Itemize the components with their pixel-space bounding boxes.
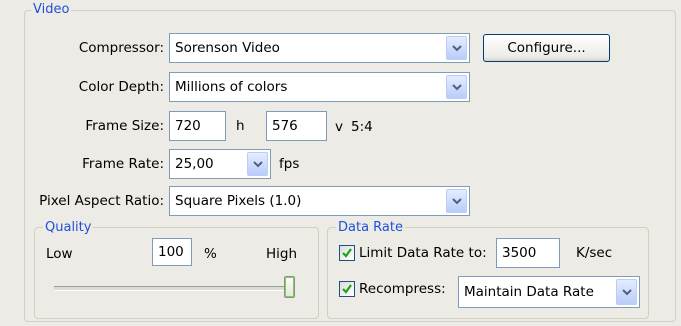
- frame-h-label: h: [236, 118, 245, 134]
- pixel-aspect-select[interactable]: Square Pixels (1.0): [169, 186, 470, 216]
- pixel-aspect-label: Pixel Aspect Ratio:: [39, 193, 164, 209]
- chevron-down-icon: [452, 45, 462, 52]
- pixel-aspect-value: Square Pixels (1.0): [175, 193, 302, 209]
- data-rate-input[interactable]: 3500: [496, 238, 560, 268]
- frame-height-input[interactable]: 576: [266, 111, 327, 141]
- frame-rate-label: Frame Rate:: [82, 156, 164, 172]
- color-depth-dropdown-button[interactable]: [446, 75, 467, 99]
- chevron-down-icon: [622, 289, 632, 296]
- recompress-value: Maintain Data Rate: [464, 284, 594, 300]
- color-depth-select[interactable]: Millions of colors: [169, 72, 470, 102]
- checkmark-icon: [342, 284, 352, 294]
- frame-v-label: v: [335, 119, 343, 135]
- quality-high-label: High: [266, 246, 298, 262]
- frame-width-input[interactable]: 720: [169, 111, 226, 141]
- frame-rate-select[interactable]: 25,00: [169, 149, 271, 179]
- quality-value-input[interactable]: 100: [152, 238, 192, 266]
- limit-data-rate-checkbox[interactable]: [339, 245, 355, 261]
- video-group-title: Video: [31, 2, 72, 17]
- recompress-checkbox[interactable]: [339, 281, 355, 297]
- frame-size-label: Frame Size:: [85, 118, 164, 134]
- compressor-dropdown-button[interactable]: [446, 36, 467, 60]
- checkmark-icon: [342, 248, 352, 258]
- chevron-down-icon: [253, 161, 263, 168]
- chevron-down-icon: [452, 84, 462, 91]
- recompress-dropdown-button[interactable]: [616, 279, 637, 305]
- limit-data-rate-label[interactable]: Limit Data Rate to:: [359, 243, 487, 263]
- quality-slider[interactable]: [52, 275, 304, 301]
- color-depth-label: Color Depth:: [78, 79, 164, 95]
- slider-track: [54, 286, 294, 291]
- recompress-label[interactable]: Recompress:: [359, 279, 446, 299]
- data-rate-group-title: Data Rate: [336, 220, 405, 235]
- chevron-down-icon: [452, 198, 462, 205]
- slider-thumb[interactable]: [284, 276, 295, 298]
- quality-percent-sign: %: [204, 246, 217, 262]
- frame-rate-value: 25,00: [175, 156, 214, 172]
- frame-aspect-ratio: 5:4: [351, 119, 373, 135]
- quality-group-title: Quality: [43, 220, 94, 235]
- color-depth-value: Millions of colors: [175, 79, 288, 95]
- compressor-select[interactable]: Sorenson Video: [169, 33, 470, 63]
- compressor-label: Compressor:: [78, 40, 164, 56]
- quality-value: 100: [158, 244, 184, 260]
- quality-low-label: Low: [46, 246, 73, 262]
- data-rate-unit: K/sec: [576, 245, 613, 261]
- frame-rate-dropdown-button[interactable]: [247, 152, 268, 176]
- frame-rate-unit: fps: [279, 156, 300, 172]
- recompress-select[interactable]: Maintain Data Rate: [458, 276, 640, 308]
- pixel-aspect-dropdown-button[interactable]: [446, 189, 467, 213]
- configure-button[interactable]: Configure...: [483, 34, 610, 62]
- compressor-value: Sorenson Video: [175, 40, 280, 56]
